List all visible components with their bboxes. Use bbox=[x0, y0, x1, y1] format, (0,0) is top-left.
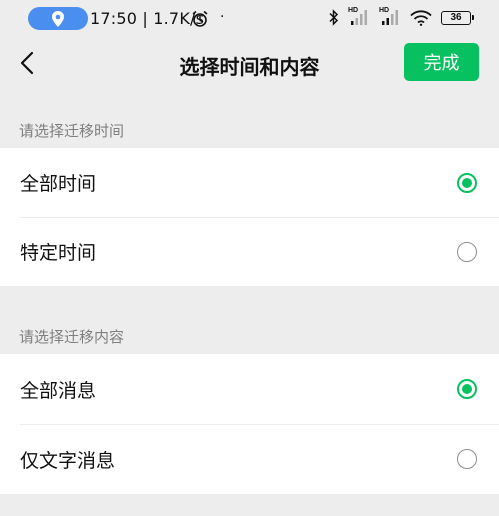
hd-label: HD bbox=[348, 7, 359, 14]
radio-unchecked-icon[interactable] bbox=[457, 449, 477, 469]
bluetooth-icon bbox=[329, 9, 339, 26]
radio-unchecked-icon[interactable] bbox=[457, 241, 477, 262]
radio-checked-icon[interactable] bbox=[457, 172, 477, 193]
option-label: 全部消息 bbox=[20, 379, 97, 402]
battery-level: 36 bbox=[450, 12, 462, 23]
location-pin-icon bbox=[52, 10, 64, 27]
section-label-content: 请选择迁移内容 bbox=[19, 328, 125, 346]
signal-1: HD bbox=[348, 7, 370, 26]
option-label: 特定时间 bbox=[20, 242, 97, 264]
content-options-card: 全部消息 仅文字消息 bbox=[0, 354, 499, 494]
option-text-only[interactable]: 仅文字消息 bbox=[0, 424, 499, 494]
option-all-time[interactable]: 全部时间 bbox=[0, 148, 499, 217]
status-time-speed: 17:50 | 1.7K/s bbox=[90, 9, 205, 28]
screen: 17:50 | 1.7K/s · HD HD 36 选择时间和内容 完成 请选择… bbox=[0, 0, 499, 516]
section-label-time: 请选择迁移时间 bbox=[19, 122, 125, 140]
status-dot: · bbox=[220, 9, 225, 25]
wifi-icon bbox=[410, 9, 432, 26]
option-all-messages[interactable]: 全部消息 bbox=[0, 354, 499, 424]
alarm-icon bbox=[192, 10, 208, 27]
radio-checked-icon[interactable] bbox=[457, 379, 477, 399]
nav-bar: 选择时间和内容 完成 bbox=[0, 38, 499, 90]
location-pill[interactable] bbox=[28, 7, 88, 30]
battery-icon: 36 bbox=[441, 10, 474, 25]
hd-label: HD bbox=[379, 7, 390, 14]
system-icons: HD HD 36 bbox=[329, 7, 474, 26]
option-label: 仅文字消息 bbox=[20, 449, 116, 472]
status-bar: 17:50 | 1.7K/s · HD HD 36 bbox=[0, 0, 499, 38]
done-button[interactable]: 完成 bbox=[404, 43, 479, 81]
option-specific-time[interactable]: 特定时间 bbox=[0, 217, 499, 286]
option-label: 全部时间 bbox=[20, 173, 97, 195]
signal-2: HD bbox=[379, 7, 401, 26]
time-options-card: 全部时间 特定时间 bbox=[0, 148, 499, 286]
